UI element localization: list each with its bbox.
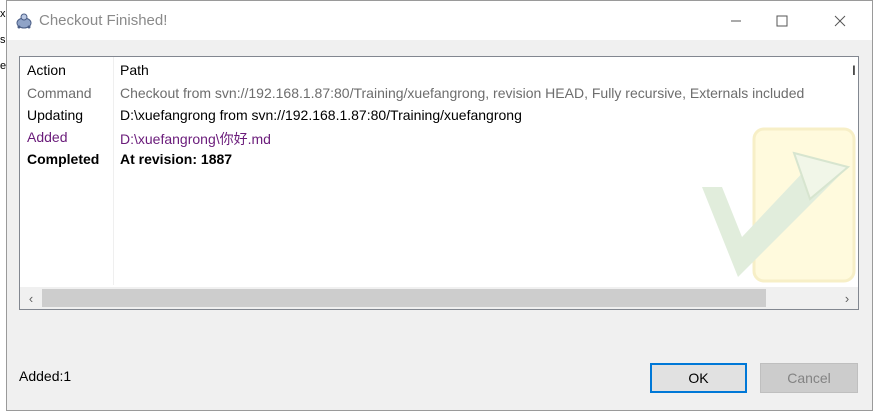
chevron-left-icon: ‹	[28, 290, 34, 306]
minimize-button[interactable]	[713, 1, 759, 40]
window-title: Checkout Finished!	[39, 12, 168, 29]
table-row[interactable]: Command Checkout from svn://192.168.1.87…	[20, 82, 858, 104]
maximize-icon	[776, 15, 788, 26]
column-header-stub[interactable]: I	[852, 62, 856, 78]
table-row[interactable]: Updating D:\xuefangrong from svn://192.1…	[20, 104, 858, 126]
scrollbar-thumb[interactable]	[42, 289, 766, 307]
column-header-path[interactable]: Path	[120, 62, 149, 78]
row-path: At revision: 1887	[120, 151, 233, 167]
title-bar[interactable]: Checkout Finished!	[7, 1, 872, 40]
scroll-right-button[interactable]: ›	[836, 287, 858, 309]
status-text: Added:1	[19, 368, 72, 384]
background-char: s	[0, 34, 6, 46]
results-list[interactable]: Action Path I Command Checkout from svn:…	[19, 56, 859, 310]
maximize-button[interactable]	[759, 1, 805, 40]
row-path: D:\xuefangrong from svn://192.168.1.87:8…	[120, 107, 522, 123]
minimize-icon	[731, 20, 741, 21]
checkout-dialog: Checkout Finished! Action Path I Command…	[6, 0, 873, 411]
ok-button[interactable]: OK	[650, 363, 747, 393]
horizontal-scrollbar[interactable]: ‹ ›	[20, 287, 858, 309]
table-header: Action Path I	[20, 59, 858, 81]
chevron-right-icon: ›	[844, 290, 850, 306]
tortoise-icon	[15, 12, 33, 30]
column-header-action[interactable]: Action	[27, 62, 66, 78]
row-action: Completed	[27, 151, 100, 167]
row-action: Added	[27, 129, 68, 145]
close-icon	[834, 15, 846, 26]
background-char: x	[0, 8, 6, 20]
row-action: Updating	[27, 107, 84, 123]
row-path: Checkout from svn://192.168.1.87:80/Trai…	[120, 85, 805, 101]
table-row[interactable]: Completed At revision: 1887	[20, 148, 858, 170]
scroll-left-button[interactable]: ‹	[20, 287, 42, 309]
cancel-button[interactable]: Cancel	[760, 363, 858, 393]
close-button[interactable]	[817, 1, 863, 40]
table-row[interactable]: Added D:\xuefangrong\你好.md	[20, 126, 858, 148]
row-path: D:\xuefangrong\你好.md	[120, 131, 271, 147]
row-action: Command	[27, 85, 92, 101]
